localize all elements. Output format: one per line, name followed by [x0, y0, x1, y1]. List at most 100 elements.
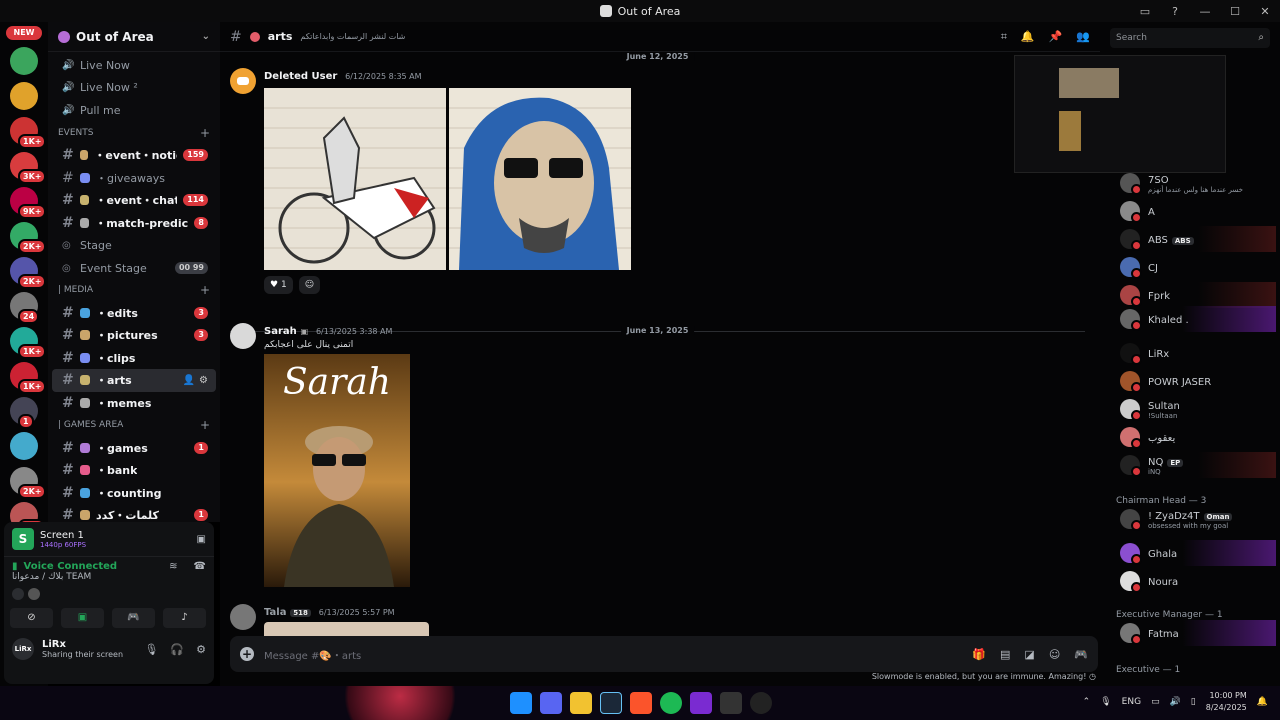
server-icon[interactable]	[10, 47, 38, 75]
user-name[interactable]: LiRx	[42, 639, 123, 650]
channel-item[interactable]: # ・event・chat 114	[52, 189, 216, 212]
channel-item[interactable]: # ・games 1	[52, 436, 216, 459]
channel-category[interactable]: Events +	[48, 122, 220, 144]
language-indicator[interactable]: ENG	[1122, 697, 1141, 707]
soundboard-button[interactable]: ♪	[163, 608, 206, 628]
disconnect-icon[interactable]: ☎	[194, 561, 206, 572]
members-icon[interactable]: 👥	[1076, 30, 1090, 44]
member-item[interactable]: Sultan !Sultaan	[1120, 396, 1276, 422]
member-item[interactable]: A	[1120, 198, 1276, 224]
chevron-up-icon[interactable]: ⌃	[1083, 697, 1091, 707]
server-icon[interactable]	[10, 432, 38, 460]
inbox-icon[interactable]: ▭	[1130, 5, 1160, 18]
server-icon[interactable]: 1	[10, 397, 38, 429]
avatar[interactable]	[230, 68, 256, 94]
channel-item[interactable]: # ・giveaways	[52, 166, 216, 189]
member-item[interactable]: يعقوب	[1120, 424, 1276, 450]
member-item[interactable]: LiRx	[1120, 340, 1276, 366]
attachment-image[interactable]	[449, 88, 631, 270]
channel-item[interactable]: # ・event・notice 159	[52, 144, 216, 167]
activity-button[interactable]: 🎮	[112, 608, 155, 628]
plus-icon[interactable]: +	[200, 418, 210, 432]
discord-taskbar-icon[interactable]	[540, 692, 562, 714]
member-item[interactable]: NQ EP iNQ	[1120, 452, 1276, 478]
channel-item[interactable]: ◎ Event Stage 00 99	[52, 257, 216, 280]
sticker-icon[interactable]: ◪	[1024, 648, 1034, 661]
emoji-icon[interactable]: ☺	[1049, 648, 1060, 661]
channel-item[interactable]: # ・pictures 3	[52, 324, 216, 347]
reaction-heart[interactable]: ♥ 1	[264, 276, 293, 294]
stream-preview[interactable]	[1014, 55, 1226, 173]
help-icon[interactable]: ?	[1160, 5, 1190, 18]
notification-bell-icon[interactable]: 🔔	[1257, 697, 1268, 707]
maximize-button[interactable]: ☐	[1220, 5, 1250, 18]
server-icon[interactable]: 1K+	[10, 117, 47, 149]
member-item[interactable]: 7SO خسر عندما هنا ولس عندما أنهزم	[1120, 170, 1276, 196]
app-icon[interactable]	[750, 692, 772, 714]
member-item[interactable]: Ghala	[1120, 540, 1276, 566]
gif-icon[interactable]: ▤	[1000, 648, 1010, 661]
screen-share-button[interactable]: ▣	[61, 608, 104, 628]
file-explorer-icon[interactable]	[570, 692, 592, 714]
app-icon[interactable]	[720, 692, 742, 714]
avatar[interactable]	[230, 323, 256, 349]
avatar[interactable]: LiRx	[12, 638, 34, 660]
battery-icon[interactable]: ▯	[1191, 697, 1196, 707]
plus-icon[interactable]: +	[200, 283, 210, 297]
volume-icon[interactable]: 🔊	[1170, 697, 1181, 707]
app-icon[interactable]	[690, 692, 712, 714]
bell-icon[interactable]: 🔔	[1021, 30, 1035, 44]
member-item[interactable]: Fprk	[1120, 282, 1276, 308]
channel-item[interactable]: 🔊 Live Now ²	[52, 77, 216, 100]
member-item[interactable]: ABS ABS	[1120, 226, 1276, 252]
server-icon[interactable]: 9K+	[10, 187, 47, 219]
channel-category[interactable]: | GAMES AREA +	[48, 414, 220, 436]
close-button[interactable]: ✕	[1250, 5, 1280, 18]
add-reaction-button[interactable]: ☺	[298, 276, 321, 294]
screen-share-preview[interactable]: S Screen 1 1440p 60FPS ▣	[4, 522, 214, 557]
message-author[interactable]: Sarah	[264, 326, 297, 337]
channel-item[interactable]: 🔊 Pull me	[52, 99, 216, 122]
message-author[interactable]: Tala	[264, 607, 286, 618]
server-icon[interactable]: 1K+	[10, 362, 47, 394]
network-icon[interactable]: ▭	[1151, 697, 1160, 707]
spotify-icon[interactable]	[660, 692, 682, 714]
channel-item[interactable]: 🔊 Live Now	[52, 54, 216, 77]
channel-item[interactable]: # ・edits 3	[52, 301, 216, 324]
minimize-button[interactable]: —	[1190, 5, 1220, 18]
channel-topic[interactable]: شات لنشر الرسمات وابداعاتكم	[300, 32, 405, 41]
channel-item[interactable]: # ・arts 👤 ⚙	[52, 369, 216, 392]
new-badge[interactable]: NEW	[6, 26, 42, 40]
member-item[interactable]: POWR JASER	[1120, 368, 1276, 394]
plus-icon[interactable]: +	[240, 647, 254, 661]
threads-icon[interactable]: ⌗	[1001, 30, 1007, 44]
steam-icon[interactable]	[600, 692, 622, 714]
member-item[interactable]: Noura	[1120, 568, 1276, 594]
channel-item[interactable]: # ・memes	[52, 392, 216, 415]
server-icon[interactable]	[10, 82, 38, 110]
stop-stream-icon[interactable]: ▣	[197, 534, 206, 545]
invite-icon[interactable]: 👤	[183, 375, 195, 386]
message-composer[interactable]: + Message #🎨・arts 🎁 ▤ ◪ ☺ 🎮	[230, 636, 1098, 672]
server-header[interactable]: Out of Area ⌄	[48, 22, 220, 52]
gear-icon[interactable]: ⚙	[199, 375, 208, 386]
channel-category[interactable]: | MEDIA +	[48, 279, 220, 301]
channel-item[interactable]: # ・counting	[52, 482, 216, 505]
microphone-icon[interactable]: 🎙	[1100, 697, 1111, 707]
server-icon[interactable]: 2K+	[10, 467, 47, 499]
server-icon[interactable]: 1K+	[10, 327, 47, 359]
channel-item[interactable]: # ・clips	[52, 347, 216, 370]
channel-item[interactable]: # كلمات・كدد 1	[52, 504, 216, 522]
activities-icon[interactable]: 🎮	[1074, 648, 1088, 661]
pin-icon[interactable]: 📌	[1049, 30, 1063, 44]
avatar[interactable]	[230, 604, 256, 630]
microphone-icon[interactable]: 🎙	[144, 643, 158, 656]
channel-item[interactable]: ◎ Stage	[52, 234, 216, 257]
member-item[interactable]: ! ZyaDz4T Oman obsessed with my goal	[1120, 506, 1276, 532]
headphones-icon[interactable]: 🎧	[170, 643, 184, 656]
plus-icon[interactable]: +	[200, 126, 210, 140]
member-item[interactable]: CJ	[1120, 254, 1276, 280]
attachment-image[interactable]: Sarah	[264, 354, 410, 587]
gear-icon[interactable]: ⚙	[196, 643, 206, 656]
brave-icon[interactable]	[630, 692, 652, 714]
